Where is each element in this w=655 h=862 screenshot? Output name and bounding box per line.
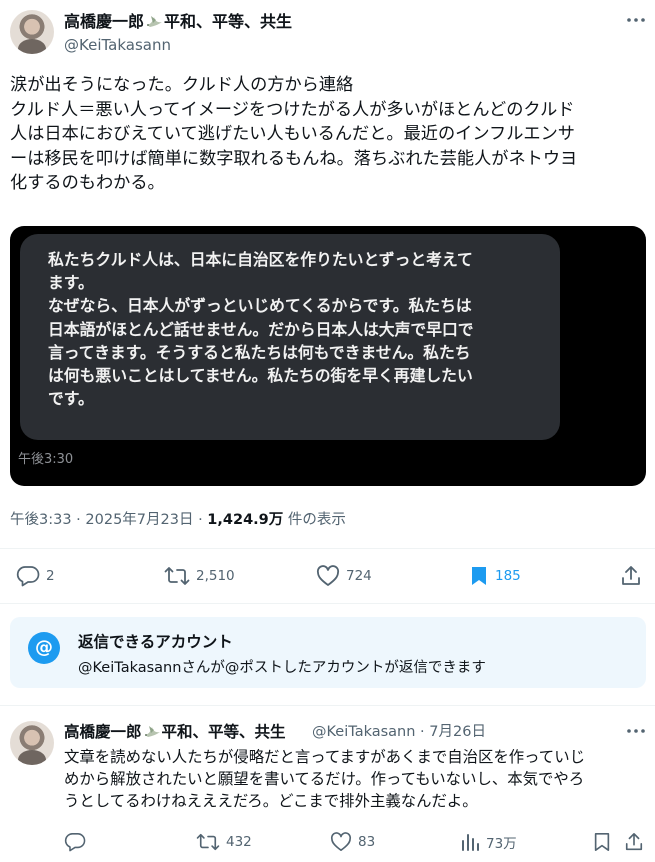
post-meta: 午後3:33 · 2025年7月23日 · 1,424.9万 件の表示 bbox=[10, 508, 346, 529]
reply-repost-button[interactable]: 432 bbox=[196, 832, 252, 852]
dove-icon bbox=[144, 726, 160, 737]
reply-like-count: 83 bbox=[358, 834, 376, 850]
share-button[interactable] bbox=[620, 565, 642, 587]
repost-button[interactable]: 2,510 bbox=[164, 565, 235, 587]
bookmark-icon bbox=[594, 833, 610, 851]
reply-button[interactable]: 2 bbox=[16, 565, 55, 587]
like-icon bbox=[316, 565, 340, 586]
post-text-line: クルド人＝悪い人ってイメージをつけたがる人が多いがほとんどのクルド bbox=[10, 99, 575, 120]
repost-icon bbox=[196, 833, 220, 851]
reply-restriction-notice: @ 返信できるアカウント @KeiTakasannさんが@ポストしたアカウントが… bbox=[10, 617, 646, 688]
reply-author-handle[interactable]: @KeiTakasann bbox=[312, 724, 415, 740]
author-avatar[interactable] bbox=[10, 10, 54, 54]
notice-description: @KeiTakasannさんが@ポストしたアカウントが返信できます bbox=[78, 660, 486, 676]
reply-text-line: めから解放されたいと願望を書いてるだけ。作ってもいないし、本気でやろ bbox=[64, 770, 585, 789]
reply-text-line: うとしてるわけねえええだろ。どこまで排外主義なんだよ。 bbox=[64, 792, 478, 811]
reply-author-name[interactable]: 高橋慶一郎 平和、平等、共生 bbox=[64, 722, 286, 742]
author-name-suffix: 平和、平等、共生 bbox=[164, 12, 293, 31]
more-icon[interactable] bbox=[624, 721, 648, 741]
divider bbox=[0, 603, 655, 604]
meta-separator: · bbox=[193, 512, 208, 528]
reply-icon bbox=[16, 566, 40, 587]
author-handle[interactable]: @KeiTakasann bbox=[64, 35, 171, 55]
reply-icon bbox=[64, 833, 86, 852]
reply-author-avatar[interactable] bbox=[10, 721, 54, 765]
reply-date[interactable]: · 7月26日 bbox=[420, 724, 486, 740]
message-time: 午後3:30 bbox=[18, 452, 74, 467]
reply-count: 2 bbox=[46, 568, 55, 584]
dove-icon bbox=[147, 16, 163, 27]
reply-repost-count: 432 bbox=[226, 834, 252, 850]
repost-icon bbox=[164, 567, 190, 585]
more-icon[interactable] bbox=[624, 10, 648, 30]
reply-reply-button[interactable] bbox=[64, 832, 92, 852]
post-text-line: 人は日本におびえていて逃げたい人もいるんだと。最近のインフルエンサ bbox=[10, 124, 575, 144]
views-icon bbox=[462, 834, 479, 851]
divider bbox=[0, 705, 655, 706]
divider bbox=[0, 548, 655, 549]
views-label: 件の表示 bbox=[283, 512, 346, 528]
author-name[interactable]: 高橋慶一郎 平和、平等、共生 bbox=[64, 12, 292, 32]
bubble-line: ます。 bbox=[48, 273, 94, 293]
bubble-line: 私たちクルド人は、日本に自治区を作りたいとずっと考えて bbox=[48, 250, 473, 269]
share-icon bbox=[625, 833, 643, 851]
post-text: 涙が出そうになった。クルド人の方から連絡 クルド人＝悪い人ってイメージをつけたが… bbox=[10, 73, 650, 196]
post-media-image[interactable]: 私たちクルド人は、日本に自治区を作りたいとずっと考えて ます。 なぜなら、日本人… bbox=[10, 226, 646, 486]
like-icon bbox=[330, 832, 352, 851]
at-icon: @ bbox=[28, 632, 60, 664]
bookmark-button[interactable]: 185 bbox=[469, 565, 521, 587]
chat-bubble: 私たちクルド人は、日本に自治区を作りたいとずっと考えて ます。 なぜなら、日本人… bbox=[20, 234, 560, 440]
reply-text-line: 文章を読めない人たちが侵略だと言ってますがあくまで自治区を作っていじ bbox=[64, 748, 585, 766]
reply-author-name-suffix: 平和、平等、共生 bbox=[161, 723, 286, 741]
author-name-text: 高橋慶一郎 bbox=[64, 12, 145, 31]
bookmark-icon bbox=[472, 567, 486, 585]
repost-count: 2,510 bbox=[196, 568, 235, 584]
reply-text: 文章を読めない人たちが侵略だと言ってますがあくまで自治区を作っていじ めから解放… bbox=[64, 746, 585, 813]
bookmark-count: 185 bbox=[495, 568, 521, 584]
views-count: 1,424.9万 bbox=[207, 512, 284, 528]
post-timestamp[interactable]: 午後3:33 · 2025年7月23日 bbox=[10, 512, 193, 528]
notice-title: 返信できるアカウント bbox=[78, 633, 233, 651]
post-text-line: ーは移民を叩けば簡単に数字取れるもんね。落ちぶれた芸能人がネトウヨ bbox=[10, 148, 578, 169]
reply-meta: @KeiTakasann · 7月26日 bbox=[312, 722, 486, 742]
like-count: 724 bbox=[346, 568, 372, 584]
reply-views-count: 73万 bbox=[486, 836, 517, 852]
post-text-line: 涙が出そうになった。クルド人の方から連絡 bbox=[10, 75, 354, 95]
reply-views-button[interactable]: 73万 bbox=[460, 832, 517, 852]
bubble-line: 日本語がほとんど話せません。だから日本人は大声で早口で bbox=[48, 319, 474, 339]
reply-bookmark-button[interactable] bbox=[592, 832, 612, 852]
reply-author-name-text: 高橋慶一郎 bbox=[64, 723, 142, 741]
bubble-line: です。 bbox=[48, 389, 94, 409]
like-button[interactable]: 724 bbox=[316, 565, 372, 587]
reply-share-button[interactable] bbox=[624, 832, 644, 852]
reply-like-button[interactable]: 83 bbox=[330, 832, 375, 852]
bubble-line: なぜなら、日本人がずっといじめてくるからです。私たちは bbox=[48, 296, 472, 316]
bubble-line: 言ってきます。そうすると私たちは何もできません。私たち bbox=[48, 342, 471, 362]
share-icon bbox=[622, 566, 640, 585]
bubble-line: は何も悪いことはしてません。私たちの街を早く再建したい bbox=[48, 366, 473, 386]
post-text-line: 化するのもわかる。 bbox=[10, 173, 165, 193]
